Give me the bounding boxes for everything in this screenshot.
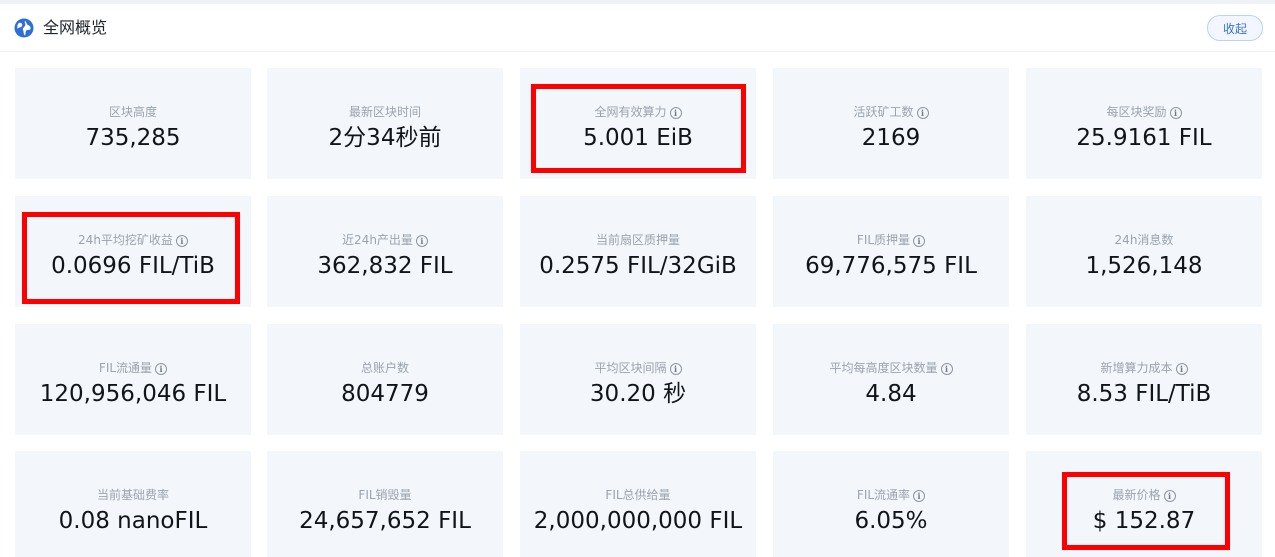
stat-label-text: 24h平均挖矿收益 — [78, 233, 173, 247]
stat-label-text: FIL总供给量 — [605, 488, 671, 502]
network-overview-panel: 全网概览 收起 区块高度 735,285 最新区块时间 2分34秒前 全网有效算力 i 5.… — [0, 0, 1275, 557]
stat-label-text: 平均每高度区块数量 — [829, 361, 938, 375]
stat-label: 平均每高度区块数量 i — [773, 360, 1009, 376]
stat-label: 总账户数 — [267, 360, 503, 376]
stat-value: 2分34秒前 — [328, 125, 442, 151]
stat-card: 24h消息数 1,526,148 — [1026, 196, 1262, 307]
stat-label: 近24h产出量 i — [267, 232, 503, 248]
info-icon[interactable]: i — [1169, 107, 1182, 119]
stat-value: $ 152.87 — [1092, 508, 1196, 534]
stat-label-text: FIL流通率 — [856, 488, 911, 502]
stat-label-text: 新增算力成本 — [1100, 361, 1173, 375]
stat-card: FIL质押量 i 69,776,575 FIL — [773, 196, 1009, 307]
stat-value: 6.05% — [854, 508, 928, 534]
stat-value: 30.20 秒 — [589, 381, 687, 407]
stat-label-text: 全网有效算力 — [594, 105, 667, 119]
info-icon[interactable]: i — [913, 235, 926, 247]
info-icon[interactable]: i — [669, 363, 682, 375]
stat-label: 最新区块时间 — [267, 104, 503, 120]
stat-value: 120,956,046 FIL — [39, 381, 227, 407]
stat-label-text: 总账户数 — [360, 361, 409, 375]
stat-label: 区块高度 — [15, 104, 251, 120]
stat-label: 24h消息数 — [1026, 232, 1262, 248]
stat-label: 当前基础费率 — [15, 487, 251, 503]
stat-value: 804779 — [341, 381, 429, 407]
info-icon[interactable]: i — [415, 235, 428, 247]
info-icon[interactable]: i — [155, 363, 168, 375]
stat-card: 全网有效算力 i 5.001 EiB — [520, 68, 756, 179]
stat-value: 735,285 — [85, 125, 181, 151]
stat-label-text: FIL销毁量 — [358, 488, 412, 502]
stat-value: 25.9161 FIL — [1076, 125, 1212, 151]
stat-value: 1,526,148 — [1085, 253, 1203, 279]
stat-card: 24h平均挖矿收益 i 0.0696 FIL/TiB — [15, 196, 251, 307]
stat-label-text: 最新价格 — [1112, 488, 1161, 502]
stat-label: 平均区块间隔 i — [520, 360, 756, 376]
stat-label-text: 当前扇区质押量 — [595, 233, 680, 247]
stat-label-text: 当前基础费率 — [96, 488, 169, 502]
stat-value: 0.0696 FIL/TiB — [51, 253, 215, 279]
stat-label-text: 活跃矿工数 — [853, 105, 914, 119]
stat-label-text: FIL质押量 — [856, 233, 911, 247]
info-icon[interactable]: i — [940, 363, 953, 375]
info-icon[interactable]: i — [175, 235, 188, 247]
stat-card: FIL总供给量 2,000,000,000 FIL — [520, 451, 756, 557]
stat-card: 平均每高度区块数量 i 4.84 — [773, 324, 1009, 435]
stat-label: 最新价格 i — [1026, 487, 1262, 503]
globe-icon — [14, 18, 34, 38]
stat-card: 最新区块时间 2分34秒前 — [267, 68, 503, 179]
stat-label: FIL流通率 i — [773, 487, 1009, 503]
stat-label: FIL流通量 i — [15, 360, 251, 376]
stat-card: 活跃矿工数 i 2169 — [773, 68, 1009, 179]
stat-value: 5.001 EiB — [583, 125, 693, 151]
stat-card: 总账户数 804779 — [267, 324, 503, 435]
stat-label-text: 24h消息数 — [1114, 233, 1174, 247]
panel-header: 全网概览 收起 — [0, 4, 1275, 52]
stat-card: 近24h产出量 i 362,832 FIL — [267, 196, 503, 307]
stat-value: 2,000,000,000 FIL — [533, 508, 743, 534]
stat-label-text: FIL流通量 — [98, 361, 153, 375]
stat-card: 区块高度 735,285 — [15, 68, 251, 179]
panel-title: 全网概览 — [43, 18, 108, 37]
stat-label: FIL质押量 i — [773, 232, 1009, 248]
stat-label-text: 近24h产出量 — [342, 233, 413, 247]
stat-label-text: 区块高度 — [108, 105, 157, 119]
info-icon[interactable]: i — [1163, 490, 1176, 502]
stat-label: 全网有效算力 i — [520, 104, 756, 120]
stat-value: 24,657,652 FIL — [299, 508, 471, 534]
stat-label: 活跃矿工数 i — [773, 104, 1009, 120]
stat-label: FIL总供给量 — [520, 487, 756, 503]
stat-label: 新增算力成本 i — [1026, 360, 1262, 376]
stat-card: 新增算力成本 i 8.53 FIL/TiB — [1026, 324, 1262, 435]
stat-value: 69,776,575 FIL — [805, 253, 977, 279]
stat-value: 4.84 — [865, 381, 917, 407]
stat-label-text: 平均区块间隔 — [594, 361, 667, 375]
stat-label: 当前扇区质押量 — [520, 232, 756, 248]
stat-label: 24h平均挖矿收益 i — [15, 232, 251, 248]
stat-label-text: 每区块奖励 — [1106, 105, 1167, 119]
stat-card: 最新价格 i $ 152.87 — [1026, 451, 1262, 557]
stat-value: 362,832 FIL — [317, 253, 453, 279]
info-icon[interactable]: i — [913, 490, 926, 502]
stat-label-text: 最新区块时间 — [348, 105, 421, 119]
stat-label: 每区块奖励 i — [1026, 104, 1262, 120]
stat-card: 当前基础费率 0.08 nanoFIL — [15, 451, 251, 557]
stat-value: 8.53 FIL/TiB — [1076, 381, 1212, 407]
stat-card: 当前扇区质押量 0.2575 FIL/32GiB — [520, 196, 756, 307]
stat-card: 每区块奖励 i 25.9161 FIL — [1026, 68, 1262, 179]
stat-label: FIL销毁量 — [267, 487, 503, 503]
stat-value: 2169 — [861, 125, 921, 151]
stat-card: FIL流通量 i 120,956,046 FIL — [15, 324, 251, 435]
stat-value: 0.2575 FIL/32GiB — [539, 253, 737, 279]
collapse-button[interactable]: 收起 — [1207, 15, 1263, 41]
info-icon[interactable]: i — [669, 107, 682, 119]
stat-value: 0.08 nanoFIL — [58, 508, 208, 534]
stat-card: FIL销毁量 24,657,652 FIL — [267, 451, 503, 557]
info-icon[interactable]: i — [1175, 363, 1188, 375]
stat-card: FIL流通率 i 6.05% — [773, 451, 1009, 557]
stat-card: 平均区块间隔 i 30.20 秒 — [520, 324, 756, 435]
info-icon[interactable]: i — [916, 107, 929, 119]
